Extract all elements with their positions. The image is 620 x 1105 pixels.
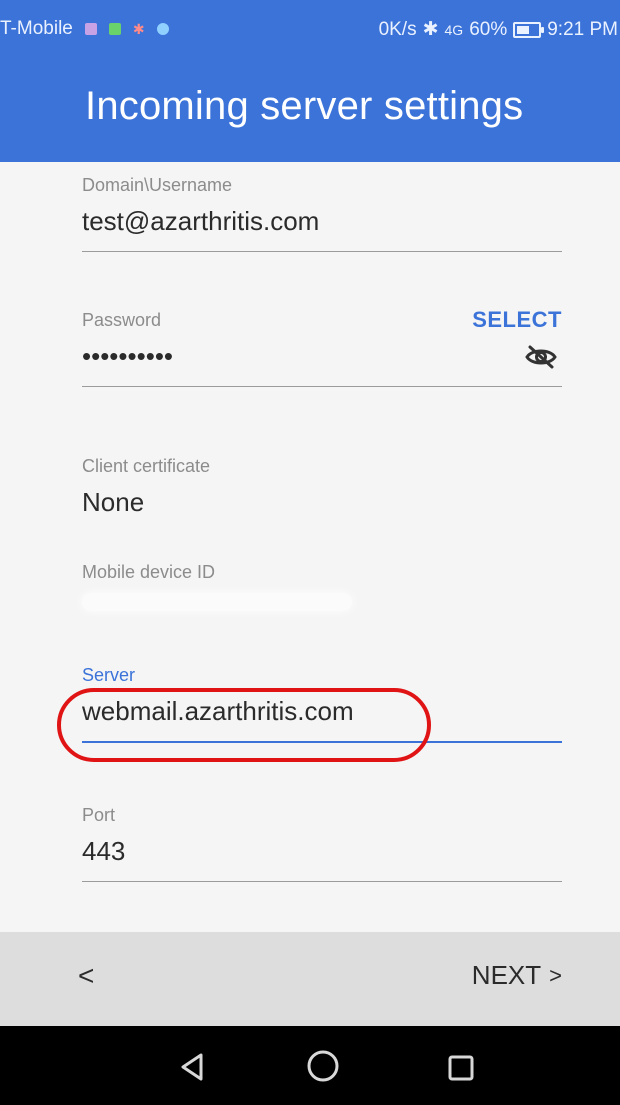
clock: 9:21 PM bbox=[547, 18, 618, 40]
status-bar: T-Mobile ✱ 0K/s ✱ 4G 60% 9:21 PM bbox=[0, 0, 620, 64]
notification-icon bbox=[84, 23, 97, 35]
client-certificate-field: Client certificate None bbox=[82, 456, 562, 518]
server-input[interactable]: webmail.azarthritis.com bbox=[82, 696, 562, 727]
password-underline bbox=[82, 386, 562, 387]
password-input[interactable]: •••••••••• bbox=[82, 341, 173, 372]
app-icon-2 bbox=[156, 23, 169, 35]
domain-username-input[interactable]: test@azarthritis.com bbox=[82, 206, 562, 237]
page-title: Incoming server settings bbox=[85, 84, 524, 128]
battery-icon bbox=[513, 21, 545, 38]
nav-recent-apps-icon[interactable] bbox=[445, 1052, 477, 1084]
domain-username-label: Domain\Username bbox=[82, 175, 233, 195]
carrier-name: T-Mobile bbox=[0, 18, 73, 39]
screen: T-Mobile ✱ 0K/s ✱ 4G 60% 9:21 PM Incomin… bbox=[0, 0, 620, 1105]
status-left: T-Mobile ✱ bbox=[0, 18, 169, 40]
port-underline bbox=[82, 881, 562, 882]
bluetooth-icon: ✱ bbox=[422, 19, 439, 40]
server-label: Server bbox=[82, 665, 136, 685]
next-button[interactable]: NEXT > bbox=[472, 960, 562, 991]
domain-username-field[interactable]: Domain\Username test@azarthritis.com bbox=[82, 175, 562, 252]
signal-icon: 4G bbox=[445, 22, 464, 38]
app-bar: Incoming server settings bbox=[0, 64, 620, 162]
battery-percent: 60% bbox=[469, 18, 508, 40]
server-field[interactable]: Server webmail.azarthritis.com bbox=[82, 665, 562, 743]
battery-level bbox=[517, 25, 530, 34]
select-certificate-button[interactable]: SELECT bbox=[472, 307, 562, 333]
signal-label: 4G bbox=[444, 21, 464, 38]
message-icon bbox=[108, 23, 121, 35]
client-certificate-label: Client certificate bbox=[82, 456, 211, 476]
eye-off-icon[interactable] bbox=[524, 343, 558, 371]
nav-home-icon[interactable] bbox=[305, 1048, 341, 1084]
client-certificate-value: None bbox=[82, 487, 145, 517]
wizard-bottom-bar: < NEXT > bbox=[0, 932, 620, 1026]
mobile-device-id-label: Mobile device ID bbox=[82, 562, 216, 582]
port-label: Port bbox=[82, 805, 116, 825]
password-row: •••••••••• bbox=[82, 341, 562, 372]
mobile-device-id-field: Mobile device ID bbox=[82, 562, 562, 611]
status-right: 0K/s ✱ 4G 60% 9:21 PM bbox=[379, 18, 618, 41]
back-button[interactable]: < bbox=[78, 960, 94, 992]
next-label: NEXT bbox=[471, 960, 542, 990]
server-underline-active bbox=[82, 741, 562, 743]
chevron-right-icon: > bbox=[549, 962, 562, 988]
port-field[interactable]: Port 443 bbox=[82, 805, 562, 882]
app-icon: ✱ bbox=[132, 21, 145, 37]
redacted-device-id bbox=[82, 593, 352, 611]
port-input[interactable]: 443 bbox=[82, 836, 562, 867]
domain-username-underline bbox=[82, 251, 562, 252]
nav-back-icon[interactable] bbox=[175, 1050, 209, 1084]
network-speed: 0K/s bbox=[378, 18, 417, 40]
android-navigation-bar bbox=[0, 1026, 620, 1105]
